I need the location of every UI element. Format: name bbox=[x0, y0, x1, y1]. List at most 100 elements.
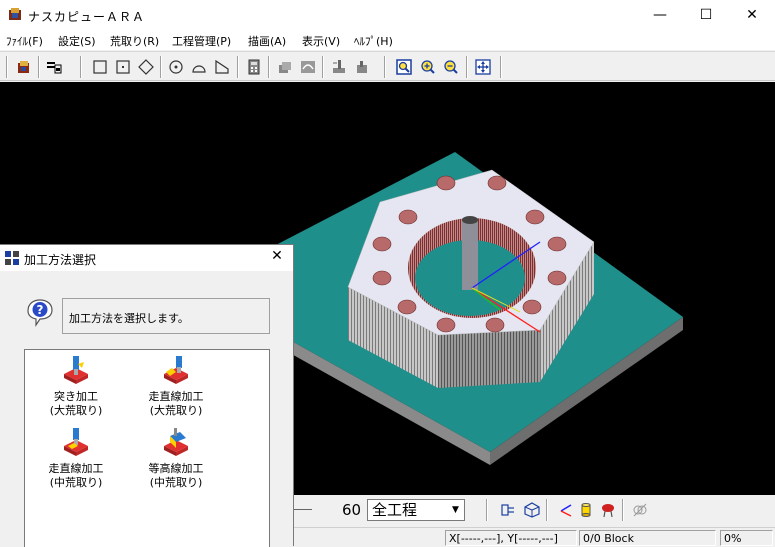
zoom-in-icon bbox=[421, 60, 435, 74]
maximize-button[interactable]: ☐ bbox=[683, 0, 729, 30]
dialog-title: 加工方法選択 bbox=[24, 253, 97, 267]
cube-view-icon bbox=[524, 502, 540, 518]
hex-side-front bbox=[438, 330, 540, 388]
dialog-title-bar: 加工方法選択 ✕ bbox=[0, 245, 293, 271]
toolbar-separator bbox=[466, 56, 468, 78]
close-button[interactable]: ✕ bbox=[729, 0, 775, 30]
bolt-hole bbox=[436, 317, 456, 333]
menu-file[interactable]: ﾌｧｲﾙ(F) bbox=[6, 33, 43, 49]
zoom-fit-button[interactable] bbox=[394, 57, 414, 77]
operation-sublabel: (中荒取り) bbox=[149, 476, 203, 489]
cylinder-button[interactable] bbox=[576, 500, 596, 520]
layers-button[interactable] bbox=[275, 57, 295, 77]
bolt-hole bbox=[436, 175, 456, 191]
toolbar-separator bbox=[384, 56, 386, 78]
chamfer-button[interactable] bbox=[212, 57, 232, 77]
bolt-hole bbox=[487, 175, 507, 191]
minimize-icon: — bbox=[653, 7, 667, 23]
operation-plunge[interactable]: 突き加工 (大荒取り) bbox=[31, 354, 121, 418]
bolt-hole bbox=[372, 236, 392, 252]
chamfer-icon bbox=[215, 59, 229, 74]
axis-button[interactable] bbox=[556, 500, 576, 520]
toolbar-separator bbox=[6, 56, 8, 78]
pan-button[interactable] bbox=[473, 57, 493, 77]
pan-icon bbox=[475, 59, 491, 75]
maximize-icon: ☐ bbox=[699, 7, 713, 23]
operation-sublabel: (大荒取り) bbox=[149, 404, 203, 417]
dialog-message: 加工方法を選択します。 bbox=[62, 298, 270, 334]
diamond-button[interactable] bbox=[136, 57, 156, 77]
operation-label: 等高線加工 bbox=[148, 462, 204, 475]
hide-button[interactable] bbox=[630, 500, 650, 520]
operation-list[interactable]: 突き加工 (大荒取り) 走直線加工 (大荒取り) 走直線加工 (中荒取り) 等高… bbox=[24, 349, 270, 547]
calculator-icon bbox=[248, 59, 260, 75]
tool-path-button[interactable] bbox=[298, 57, 318, 77]
zoom-in-button[interactable] bbox=[418, 57, 438, 77]
menu-process[interactable]: 工程管理(P) bbox=[172, 33, 231, 49]
square-point-icon bbox=[116, 60, 130, 74]
menu-bar: ﾌｧｲﾙ(F) 設定(S) 荒取り(R) 工程管理(P) 描画(A) 表示(V)… bbox=[0, 30, 775, 50]
menu-help[interactable]: ﾍﾙﾌﾟ(H) bbox=[354, 33, 393, 49]
operation-line-scan[interactable]: 走直線加工 (大荒取り) bbox=[131, 354, 221, 418]
toolbar-separator bbox=[622, 499, 624, 521]
zoom-out-icon bbox=[444, 60, 458, 74]
print-button[interactable] bbox=[44, 57, 64, 77]
bolt-hole bbox=[485, 317, 505, 333]
cut-tool-icon bbox=[333, 60, 345, 73]
open-button[interactable] bbox=[14, 57, 34, 77]
zoom-out-button[interactable] bbox=[441, 57, 461, 77]
operation-label: 突き加工 bbox=[54, 390, 98, 403]
toolbar-separator bbox=[160, 56, 162, 78]
main-toolbar bbox=[0, 51, 775, 81]
title-bar: ナスカピューＡＲＡ — ☐ ✕ bbox=[0, 0, 775, 30]
square-point-button[interactable] bbox=[113, 57, 133, 77]
rect-icon bbox=[93, 60, 107, 74]
question-icon: ? bbox=[27, 299, 53, 327]
tool-holder-button[interactable] bbox=[498, 500, 518, 520]
red-tool-button[interactable] bbox=[598, 500, 618, 520]
print-icon bbox=[47, 62, 62, 74]
status-block: 0/0 Block bbox=[579, 530, 716, 546]
line-scan-icon bbox=[164, 356, 188, 384]
move-button[interactable] bbox=[352, 57, 372, 77]
cutting-tool bbox=[462, 220, 478, 290]
circle-point-button[interactable] bbox=[166, 57, 186, 77]
cube-view-button[interactable] bbox=[522, 500, 542, 520]
process-select-value: 全工程 bbox=[372, 501, 418, 519]
open-icon bbox=[18, 61, 29, 73]
menu-settings[interactable]: 設定(S) bbox=[58, 33, 96, 49]
toolbar-separator bbox=[486, 499, 488, 521]
menu-view[interactable]: 表示(V) bbox=[302, 33, 340, 49]
move-icon bbox=[357, 61, 367, 73]
arc-icon bbox=[192, 65, 206, 73]
chevron-down-icon: ▼ bbox=[452, 505, 459, 515]
operation-line-scan-mid[interactable]: 走直線加工 (中荒取り) bbox=[31, 426, 121, 490]
rect-button[interactable] bbox=[90, 57, 110, 77]
circle-point-icon bbox=[169, 60, 183, 74]
hide-icon bbox=[633, 503, 647, 517]
step-value: 60 bbox=[342, 501, 362, 519]
menu-roughing[interactable]: 荒取り(R) bbox=[110, 33, 159, 49]
step-slider-line[interactable] bbox=[294, 509, 312, 510]
toolbar-separator bbox=[237, 56, 239, 78]
tool-path-icon bbox=[301, 61, 315, 73]
machining-method-dialog: 加工方法選択 ✕ ? 加工方法を選択します。 突き加工 (大荒取り) 走直線加工… bbox=[0, 244, 294, 547]
status-percent: 0% bbox=[720, 530, 773, 546]
toolbar-separator bbox=[38, 56, 40, 78]
operation-sublabel: (中荒取り) bbox=[49, 476, 103, 489]
dialog-close-button[interactable]: ✕ bbox=[267, 248, 287, 264]
arc-button[interactable] bbox=[189, 57, 209, 77]
axis-icon bbox=[560, 504, 572, 517]
operation-contour[interactable]: 等高線加工 (中荒取り) bbox=[131, 426, 221, 490]
minimize-button[interactable]: — bbox=[637, 0, 683, 30]
calculator-button[interactable] bbox=[244, 57, 264, 77]
svg-text:?: ? bbox=[37, 303, 44, 317]
app-window: ナスカピューＡＲＡ — ☐ ✕ ﾌｧｲﾙ(F) 設定(S) 荒取り(R) 工程管… bbox=[0, 0, 775, 547]
bolt-hole bbox=[547, 236, 567, 252]
close-icon: ✕ bbox=[746, 7, 758, 23]
dialog-app-icon bbox=[5, 251, 19, 265]
cutting-tool-top bbox=[462, 216, 478, 224]
cut-tool-button[interactable] bbox=[329, 57, 349, 77]
process-select[interactable]: 全工程 ▼ bbox=[367, 499, 465, 521]
menu-draw[interactable]: 描画(A) bbox=[248, 33, 286, 49]
